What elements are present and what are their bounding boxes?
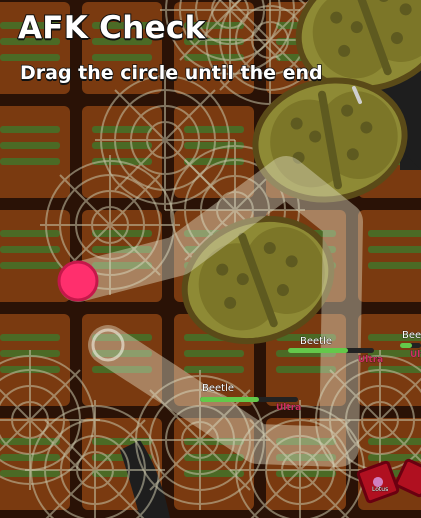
mob-health-fill <box>288 348 349 353</box>
mob-rarity: Ultra <box>410 350 421 361</box>
mob-rarity: Ultra <box>358 355 384 366</box>
mob-name: Beetle <box>402 330 421 342</box>
afk-check-title: AFK Check <box>17 9 206 47</box>
mob-name: Beetle <box>300 336 333 348</box>
mob-rarity: Ultra <box>276 403 302 414</box>
mob-health-bar <box>400 343 421 348</box>
afk-drag-handle[interactable] <box>57 260 99 302</box>
mob-health-bar <box>200 397 298 402</box>
afk-check-instructions: Drag the circle until the end <box>19 61 323 85</box>
mob-health-bar <box>288 348 374 353</box>
drop-label: Lotus <box>372 486 389 494</box>
mob-health-fill <box>400 343 412 348</box>
mob-name: Beetle <box>202 383 235 395</box>
mob-health-fill <box>200 397 259 402</box>
